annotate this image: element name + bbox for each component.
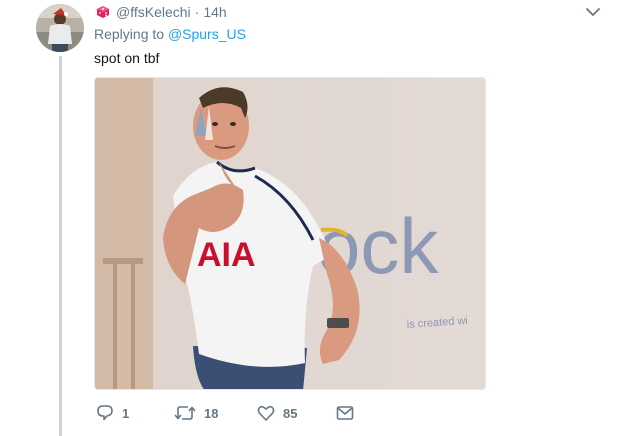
reply-icon — [97, 405, 113, 421]
chevron-down-icon[interactable] — [585, 5, 601, 19]
tweet-actions: 1 18 85 — [96, 404, 376, 426]
media-image: ock is created wi AIA — [95, 78, 485, 389]
like-count: 85 — [283, 405, 298, 421]
reply-count: 1 — [122, 405, 130, 421]
envelope-icon — [336, 406, 354, 420]
timestamp[interactable]: 14h — [203, 4, 226, 20]
retweet-icon — [174, 406, 196, 420]
header-separator: · — [194, 4, 200, 20]
like-button[interactable]: 85 — [257, 404, 297, 422]
heart-icon — [257, 405, 275, 421]
tweet-header: @ffsKelechi · 14h — [96, 3, 227, 21]
retweet-button[interactable]: 18 — [174, 404, 218, 422]
dice-icon — [97, 6, 109, 18]
reply-button[interactable]: 1 — [96, 404, 129, 422]
avatar[interactable] — [36, 4, 84, 52]
tweet-media[interactable]: ock is created wi AIA — [94, 77, 486, 390]
direct-message-button[interactable] — [336, 404, 354, 422]
replying-prefix: Replying to — [94, 26, 165, 42]
replying-to: Replying to @Spurs_US — [94, 26, 246, 42]
tweet-text: spot on tbf — [94, 50, 160, 66]
shirt-sponsor-text: AIA — [197, 236, 256, 274]
avatar-image — [36, 4, 84, 52]
author-handle[interactable]: @ffsKelechi — [116, 4, 191, 20]
thread-line — [59, 56, 62, 436]
replying-to-link[interactable]: @Spurs_US — [168, 26, 246, 42]
retweet-count: 18 — [204, 405, 219, 421]
